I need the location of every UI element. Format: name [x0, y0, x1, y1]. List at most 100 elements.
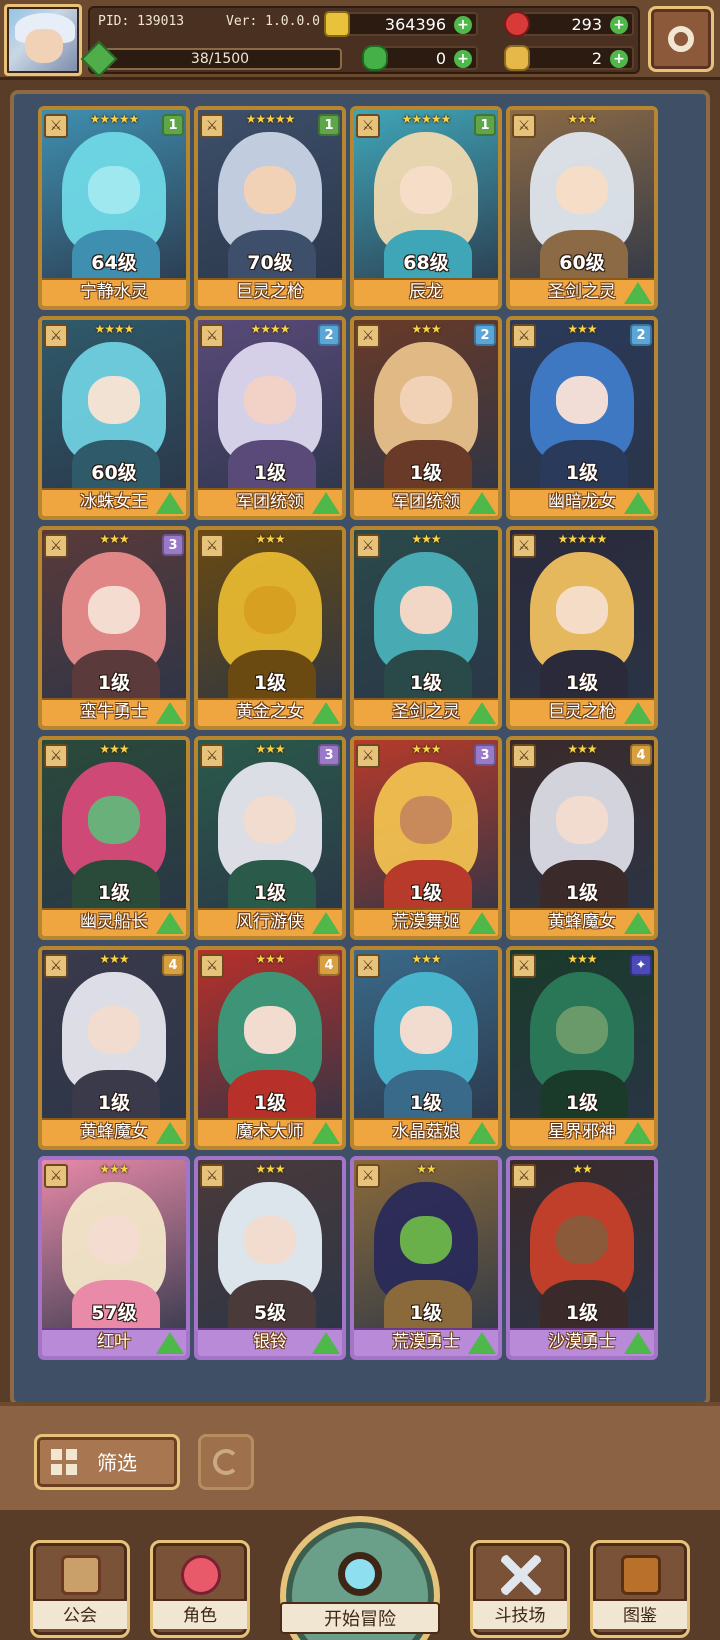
nav-arena[interactable]: 斗技场	[470, 1540, 570, 1638]
filter-bar: 筛选	[0, 1402, 720, 1510]
hero-level: 1级	[97, 1092, 131, 1114]
hero-level: 70级	[247, 252, 293, 274]
hero-card[interactable]: ★★★ ⚔ 1级 黄金之女	[194, 526, 346, 730]
hero-level: 64级	[91, 252, 137, 274]
hero-card[interactable]: ★★★ ⚔ 2 1级 幽暗龙女	[506, 316, 658, 520]
tier-badge: 4	[318, 954, 340, 976]
hero-card[interactable]: ★★★ ⚔ 60级 圣剑之灵	[506, 106, 658, 310]
upgrade-arrow-icon	[312, 1332, 340, 1354]
weapon-type-icon: ⚔	[200, 534, 224, 558]
nav-codex[interactable]: 图鉴	[590, 1540, 690, 1638]
hero-card[interactable]: ★★★ ⚔ 4 1级 魔术大师	[194, 946, 346, 1150]
hero-name: 辰龙	[354, 278, 498, 306]
hero-face	[556, 1006, 608, 1054]
hero-card[interactable]: ★★★ ⚔ 5级 银铃	[194, 1156, 346, 1360]
top-bar: PID: 139013 Ver: 1.0.0.0 38/1500 364396 …	[0, 0, 720, 80]
weapon-type-icon: ⚔	[200, 114, 224, 138]
hero-level: 1级	[253, 462, 287, 484]
add-key-button[interactable]: +	[610, 50, 628, 68]
hero-portrait	[354, 320, 498, 516]
nav-adventure[interactable]: 开始冒险	[274, 1510, 446, 1640]
hero-face	[556, 796, 608, 844]
hero-level: 1级	[565, 882, 599, 904]
weapon-type-icon: ⚔	[200, 1164, 224, 1188]
hero-portrait	[354, 950, 498, 1146]
upgrade-arrow-icon	[624, 912, 652, 934]
hero-card[interactable]: ★★★ ⚔ 4 1级 黄蜂魔女	[38, 946, 190, 1150]
crossed-swords-icon	[501, 1555, 541, 1595]
hero-card[interactable]: ★★★ ⚔ ✦ 1级 星界邪神	[506, 946, 658, 1150]
upgrade-arrow-icon	[468, 912, 496, 934]
book-icon	[621, 1555, 661, 1595]
tier-badge: ✦	[630, 954, 652, 976]
weapon-type-icon: ⚔	[512, 324, 536, 348]
hero-card[interactable]: ★★★ ⚔ 2 1级 军团统领	[350, 316, 502, 520]
hero-face	[400, 796, 452, 844]
weapon-type-icon: ⚔	[356, 534, 380, 558]
add-gem-button[interactable]: +	[610, 16, 628, 34]
hero-face	[400, 1006, 452, 1054]
weapon-type-icon: ⚔	[512, 954, 536, 978]
hero-card[interactable]: ★★ ⚔ 1级 沙漠勇士	[506, 1156, 658, 1360]
hero-face	[88, 166, 140, 214]
hero-card[interactable]: ★★ ⚔ 1级 荒漠勇士	[350, 1156, 502, 1360]
hero-portrait	[354, 1160, 498, 1356]
nav-character[interactable]: 角色	[150, 1540, 250, 1638]
nav-arena-label: 斗技场	[473, 1599, 567, 1629]
gold-coin-icon	[324, 11, 350, 37]
refresh-button[interactable]	[198, 1434, 254, 1490]
hero-card[interactable]: ★★★ ⚔ 3 1级 蛮牛勇士	[38, 526, 190, 730]
hero-card[interactable]: ★★★★ ⚔ 2 1级 军团统领	[194, 316, 346, 520]
upgrade-arrow-icon	[312, 1122, 340, 1144]
gem-value: 293	[571, 15, 602, 34]
hero-card[interactable]: ★★★★ ⚔ 60级 冰蛛女王	[38, 316, 190, 520]
hero-face	[88, 1216, 140, 1264]
hero-card[interactable]: ★★★ ⚔ 4 1级 黄蜂魔女	[506, 736, 658, 940]
hero-card[interactable]: ★★★ ⚔ 1级 圣剑之灵	[350, 526, 502, 730]
hero-portrait	[510, 1160, 654, 1356]
gear-icon	[668, 26, 694, 52]
hero-name: 宁静水灵	[42, 278, 186, 306]
hero-level: 1级	[565, 1092, 599, 1114]
settings-button[interactable]	[648, 6, 714, 72]
clover-icon	[362, 45, 388, 71]
hero-portrait	[42, 110, 186, 306]
gem-currency: 293 +	[504, 11, 634, 37]
weapon-type-icon: ⚔	[44, 1164, 68, 1188]
hero-card[interactable]: ★★★★★ ⚔ 1 64级 宁静水灵	[38, 106, 190, 310]
hero-face	[400, 166, 452, 214]
hero-card[interactable]: ★★★★★ ⚔ 1 68级 辰龙	[350, 106, 502, 310]
avatar-face	[25, 29, 63, 63]
player-avatar[interactable]	[4, 4, 82, 76]
weapon-type-icon: ⚔	[44, 534, 68, 558]
hero-level: 5级	[253, 1302, 287, 1324]
hero-level: 1级	[97, 672, 131, 694]
hero-card[interactable]: ★★★ ⚔ 1级 幽灵船长	[38, 736, 190, 940]
hero-card[interactable]: ★★★★★ ⚔ 1级 巨灵之枪	[506, 526, 658, 730]
add-clover-button[interactable]: +	[454, 50, 472, 68]
hero-card[interactable]: ★★★ ⚔ 3 1级 荒漠舞姬	[350, 736, 502, 940]
upgrade-arrow-icon	[312, 492, 340, 514]
filter-button[interactable]: 筛选	[34, 1434, 180, 1490]
hero-card[interactable]: ★★★ ⚔ 1级 水晶菇娘	[350, 946, 502, 1150]
hero-level: 1级	[409, 1302, 443, 1324]
hero-card[interactable]: ★★★ ⚔ 57级 红叶	[38, 1156, 190, 1360]
red-gem-icon	[504, 11, 530, 37]
hero-face	[556, 376, 608, 424]
tier-badge: 2	[630, 324, 652, 346]
hero-card[interactable]: ★★★ ⚔ 3 1级 风行游侠	[194, 736, 346, 940]
tier-badge: 1	[474, 114, 496, 136]
weapon-type-icon: ⚔	[512, 114, 536, 138]
hero-level: 68级	[403, 252, 449, 274]
upgrade-arrow-icon	[156, 492, 184, 514]
tier-badge: 4	[630, 744, 652, 766]
add-gold-button[interactable]: +	[454, 16, 472, 34]
nav-guild[interactable]: 公会	[30, 1540, 130, 1638]
upgrade-arrow-icon	[312, 912, 340, 934]
hero-card[interactable]: ★★★★★ ⚔ 1 70级 巨灵之枪	[194, 106, 346, 310]
hero-grid: ★★★★★ ⚔ 1 64级 宁静水灵 ★★★★★ ⚔ 1 70级 巨灵之枪 ★★★★★ ⚔ 1 68级 辰龙…	[10, 90, 710, 1406]
upgrade-arrow-icon	[312, 702, 340, 724]
weapon-type-icon: ⚔	[512, 744, 536, 768]
guild-house-icon	[61, 1555, 101, 1595]
weapon-type-icon: ⚔	[44, 114, 68, 138]
